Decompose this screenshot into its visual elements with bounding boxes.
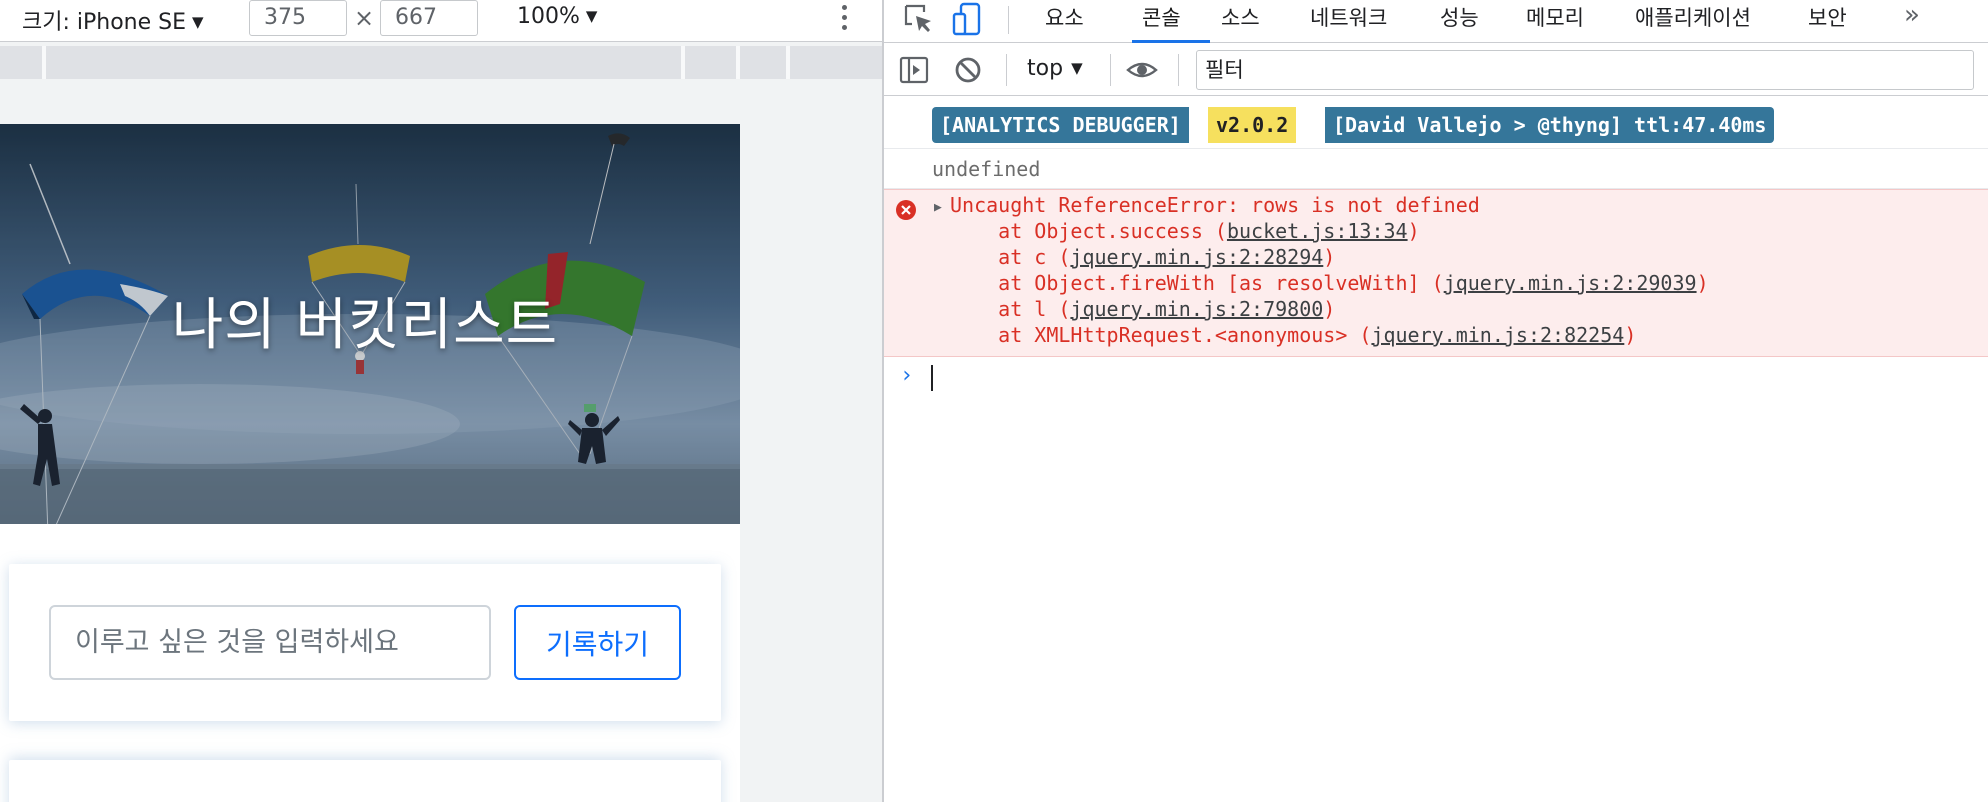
- bucket-input[interactable]: [49, 605, 491, 680]
- console-messages: [ANALYTICS DEBUGGER] v2.0.2 [David Valle…: [884, 97, 1988, 802]
- stack-prefix: at Object.success (: [950, 219, 1227, 243]
- stack-link[interactable]: jquery.min.js:2:28294: [1070, 245, 1323, 269]
- stack-prefix: at c (: [950, 245, 1071, 269]
- stack-link[interactable]: jquery.min.js:2:79800: [1070, 297, 1323, 321]
- times-symbol: ×: [354, 4, 375, 32]
- stack-line: at l (jquery.min.js:2:79800): [950, 296, 1335, 322]
- undefined-value: undefined: [932, 157, 1041, 181]
- save-button[interactable]: 기록하기: [514, 605, 681, 680]
- media-query-divider: [786, 46, 790, 79]
- tab-console[interactable]: 콘솔: [1132, 0, 1210, 43]
- context-label: top: [1027, 56, 1064, 81]
- badge-version: v2.0.2: [1208, 107, 1297, 143]
- filter-text: 필터: [1205, 58, 1244, 82]
- clear-console-icon[interactable]: [952, 54, 984, 86]
- inspect-element-icon[interactable]: [902, 2, 936, 36]
- media-query-divider: [681, 46, 685, 79]
- stack-suffix: ): [1624, 323, 1637, 347]
- tab-network[interactable]: 네트워크: [1310, 0, 1387, 43]
- media-query-divider: [42, 46, 46, 79]
- tab-application[interactable]: 애플리케이션: [1635, 0, 1751, 43]
- stack-suffix: ): [1696, 271, 1709, 295]
- width-input[interactable]: 375: [249, 0, 347, 36]
- device-toggle-icon[interactable]: [952, 2, 986, 36]
- device-select[interactable]: 크기: iPhone SE ▼: [22, 4, 204, 36]
- prompt-caret-icon: ›: [900, 363, 914, 388]
- tab-memory[interactable]: 메모리: [1526, 0, 1584, 43]
- tab-security[interactable]: 보안: [1808, 0, 1847, 43]
- stack-line: at c (jquery.min.js:2:28294): [950, 244, 1335, 270]
- stack-line: at Object.success (bucket.js:13:34): [950, 218, 1420, 244]
- sidebar-toggle-icon[interactable]: [898, 54, 930, 86]
- stack-line: at Object.fireWith [as resolveWith] (jqu…: [950, 270, 1709, 296]
- expand-triangle-icon[interactable]: ▶: [934, 200, 942, 215]
- page-title: 나의 버킷리스트: [171, 293, 559, 358]
- toolbar-divider: [1178, 54, 1179, 86]
- more-tabs-icon[interactable]: »: [1904, 0, 1920, 30]
- badge-name: [ANALYTICS DEBUGGER]: [932, 107, 1189, 143]
- tab-sources[interactable]: 소스: [1221, 0, 1260, 43]
- console-prompt[interactable]: ›: [884, 357, 1988, 397]
- bucket-form-card: 기록하기: [9, 564, 721, 721]
- context-select[interactable]: top ▼: [1027, 56, 1083, 81]
- stack-suffix: ): [1323, 245, 1336, 269]
- height-input[interactable]: 667: [380, 0, 478, 36]
- tab-performance[interactable]: 성능: [1440, 0, 1479, 43]
- stack-prefix: at Object.fireWith [as resolveWith] (: [950, 271, 1444, 295]
- log-row-analytics: [ANALYTICS DEBUGGER] v2.0.2 [David Valle…: [884, 97, 1988, 149]
- hero-banner: 나의 버킷리스트: [0, 124, 740, 524]
- device-emulation-pane: 크기: iPhone SE ▼ 375 × 667 100% ▼ 나의 버킷리스…: [0, 0, 882, 802]
- console-toolbar: top ▼ 필터: [884, 44, 1988, 96]
- eye-icon[interactable]: [1126, 54, 1158, 86]
- stack-suffix: ): [1323, 297, 1336, 321]
- stack-link[interactable]: bucket.js:13:34: [1227, 219, 1408, 243]
- badge-author: [David Vallejo > @thyng] ttl:47.40ms: [1325, 107, 1775, 143]
- text-cursor: [931, 365, 933, 391]
- toolbar-divider: [1006, 54, 1007, 86]
- dropdown-caret-icon: ▼: [1071, 59, 1083, 77]
- stack-line: at XMLHttpRequest.<anonymous> (jquery.mi…: [950, 322, 1636, 348]
- bucket-list-card: [9, 760, 721, 802]
- toolbar-divider: [1110, 54, 1111, 86]
- stack-prefix: at XMLHttpRequest.<anonymous> (: [950, 323, 1372, 347]
- stack-suffix: ): [1407, 219, 1420, 243]
- devtools-panel: 요소 콘솔 소스 네트워크 성능 메모리 애플리케이션 보안 » top ▼ 필터: [884, 0, 1988, 802]
- page-viewport: 나의 버킷리스트 기록하기: [0, 124, 740, 802]
- log-row-error[interactable]: ▶ Uncaught ReferenceError: rows is not d…: [884, 189, 1988, 357]
- device-label: 크기: iPhone SE: [22, 10, 187, 35]
- zoom-label: 100%: [517, 4, 580, 29]
- error-icon: [896, 200, 916, 220]
- dropdown-caret-icon: ▼: [192, 13, 204, 31]
- dropdown-caret-icon: ▼: [585, 7, 598, 25]
- kebab-menu-icon[interactable]: [836, 0, 852, 36]
- error-message: Uncaught ReferenceError: rows is not def…: [950, 193, 1480, 217]
- media-query-divider: [736, 46, 740, 79]
- device-toolbar: 크기: iPhone SE ▼ 375 × 667 100% ▼: [0, 0, 882, 42]
- stack-link[interactable]: jquery.min.js:2:82254: [1371, 323, 1624, 347]
- stack-link[interactable]: jquery.min.js:2:29039: [1444, 271, 1697, 295]
- media-query-bar[interactable]: [0, 46, 882, 79]
- devtools-tabbar: 요소 콘솔 소스 네트워크 성능 메모리 애플리케이션 보안 »: [884, 0, 1988, 43]
- log-row-undefined: undefined: [884, 149, 1988, 189]
- zoom-select[interactable]: 100% ▼: [517, 4, 597, 29]
- toolbar-divider: [1008, 6, 1009, 34]
- tab-elements[interactable]: 요소: [1045, 0, 1084, 43]
- stack-prefix: at l (: [950, 297, 1071, 321]
- filter-input[interactable]: 필터: [1196, 50, 1974, 90]
